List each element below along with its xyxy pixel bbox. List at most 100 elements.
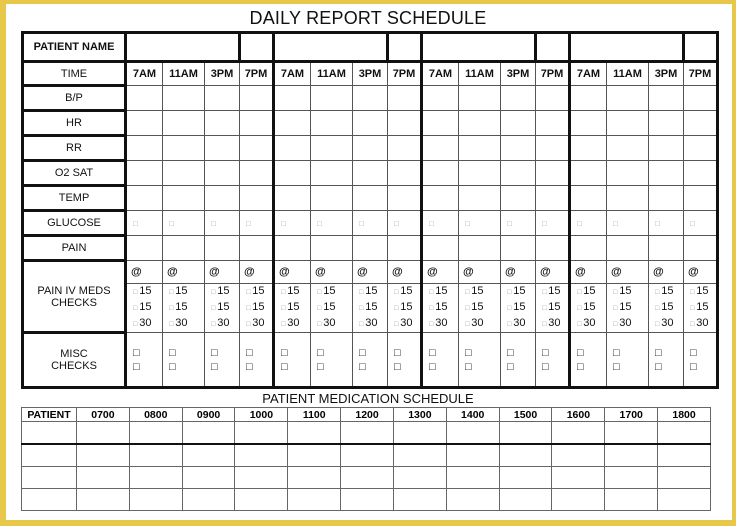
checkbox-icon[interactable]: □ [133, 289, 137, 296]
medication-cell[interactable] [287, 443, 342, 467]
vital-cell[interactable] [204, 185, 240, 211]
vital-cell[interactable] [535, 235, 571, 261]
medication-cell[interactable] [287, 488, 342, 511]
checkbox-icon[interactable]: □ [613, 360, 648, 374]
checkbox-icon[interactable]: □ [246, 289, 250, 296]
medication-cell[interactable] [181, 421, 236, 445]
checkbox-icon[interactable]: □ [281, 289, 285, 296]
checkbox-icon[interactable]: □ [281, 360, 310, 374]
iv-check-item[interactable]: □ 30 [577, 316, 606, 332]
medication-cell[interactable] [498, 443, 553, 467]
iv-check-item[interactable]: □ 15 [281, 284, 310, 300]
checkbox-icon[interactable]: □ [317, 305, 321, 312]
iv-check-item[interactable]: □ 15 [542, 284, 568, 300]
vital-cell[interactable] [204, 135, 240, 161]
vital-cell[interactable] [569, 85, 607, 111]
vital-cell[interactable] [458, 135, 501, 161]
medication-cell[interactable] [128, 488, 183, 511]
patient-cell[interactable] [21, 421, 77, 445]
vital-cell[interactable] [239, 135, 275, 161]
checkbox-icon[interactable]: □ [359, 360, 387, 374]
vital-cell[interactable] [606, 85, 649, 111]
iv-check-item[interactable]: □ 30 [211, 316, 239, 332]
vital-cell[interactable] [606, 185, 649, 211]
medication-cell[interactable] [340, 466, 394, 489]
medication-cell[interactable] [287, 466, 342, 489]
vital-cell[interactable] [239, 185, 275, 211]
vital-cell[interactable] [648, 85, 684, 111]
time-at-cell[interactable]: @ [606, 260, 649, 284]
checkbox-icon[interactable]: □ [133, 360, 162, 374]
checkbox-icon[interactable]: □ [359, 321, 363, 328]
patient-name-field[interactable] [421, 32, 537, 63]
vital-cell[interactable] [310, 135, 353, 161]
medication-cell[interactable] [181, 443, 236, 467]
checkbox-icon[interactable]: □ [133, 305, 137, 312]
vital-cell[interactable] [683, 160, 719, 186]
vital-cell[interactable] [500, 135, 536, 161]
checkbox-icon[interactable]: □ [507, 289, 511, 296]
iv-check-item[interactable]: □ 15 [169, 284, 204, 300]
vital-cell[interactable] [606, 110, 649, 136]
iv-check-item[interactable]: □ 30 [655, 316, 683, 332]
medication-cell[interactable] [551, 443, 606, 467]
checkbox-icon[interactable]: □ [429, 289, 433, 296]
medication-cell[interactable] [181, 466, 236, 489]
vital-cell[interactable] [204, 160, 240, 186]
checkbox-icon[interactable]: □ [465, 289, 469, 296]
time-at-cell[interactable]: @ [569, 260, 607, 284]
vital-cell[interactable] [458, 160, 501, 186]
medication-cell[interactable] [234, 488, 289, 511]
vital-cell[interactable] [387, 160, 423, 186]
checkbox-icon[interactable]: □ [690, 305, 694, 312]
vital-cell[interactable]: □ [239, 210, 275, 236]
medication-cell[interactable] [76, 488, 130, 511]
checkbox-icon[interactable]: □ [133, 321, 137, 328]
vital-cell[interactable] [421, 110, 459, 136]
checkbox-icon[interactable]: □ [655, 219, 660, 228]
vital-cell[interactable] [421, 160, 459, 186]
checkbox-icon[interactable]: □ [577, 289, 581, 296]
time-at-cell[interactable]: @ [500, 260, 536, 284]
medication-cell[interactable] [128, 443, 183, 467]
checkbox-icon[interactable]: □ [169, 289, 173, 296]
iv-check-item[interactable]: □ 15 [577, 284, 606, 300]
vital-cell[interactable] [421, 235, 459, 261]
vital-cell[interactable] [125, 110, 163, 136]
checkbox-icon[interactable]: □ [394, 321, 398, 328]
vital-cell[interactable] [125, 85, 163, 111]
checkbox-icon[interactable]: □ [542, 289, 546, 296]
vital-cell[interactable] [387, 235, 423, 261]
medication-cell[interactable] [128, 421, 183, 445]
vital-cell[interactable] [569, 135, 607, 161]
vital-cell[interactable] [648, 235, 684, 261]
checkbox-icon[interactable]: □ [542, 305, 546, 312]
checkbox-icon[interactable]: □ [281, 321, 285, 328]
checkbox-icon[interactable]: □ [655, 305, 659, 312]
iv-check-item[interactable]: □ 30 [394, 316, 420, 332]
vital-cell[interactable] [162, 160, 205, 186]
vital-cell[interactable] [569, 185, 607, 211]
vital-cell[interactable] [683, 85, 719, 111]
medication-cell[interactable] [392, 443, 447, 467]
patient-room-field[interactable] [535, 32, 571, 63]
checkbox-icon[interactable]: □ [317, 289, 321, 296]
iv-check-item[interactable]: □ 30 [359, 316, 387, 332]
time-at-cell[interactable]: @ [310, 260, 353, 284]
iv-check-item[interactable]: □ 15 [169, 300, 204, 316]
checkbox-icon[interactable]: □ [394, 360, 420, 374]
iv-check-item[interactable]: □ 15 [429, 284, 458, 300]
medication-cell[interactable] [604, 466, 659, 489]
vital-cell[interactable]: □ [569, 210, 607, 236]
checkbox-icon[interactable]: □ [429, 346, 458, 360]
vital-cell[interactable] [239, 235, 275, 261]
medication-cell[interactable] [551, 488, 606, 511]
checkbox-icon[interactable]: □ [542, 346, 568, 360]
checkbox-icon[interactable]: □ [246, 219, 251, 228]
vital-cell[interactable] [125, 160, 163, 186]
vital-cell[interactable] [535, 110, 571, 136]
checkbox-icon[interactable]: □ [465, 321, 469, 328]
iv-check-item[interactable]: □ 30 [542, 316, 568, 332]
medication-cell[interactable] [340, 421, 394, 445]
vital-cell[interactable] [352, 110, 388, 136]
